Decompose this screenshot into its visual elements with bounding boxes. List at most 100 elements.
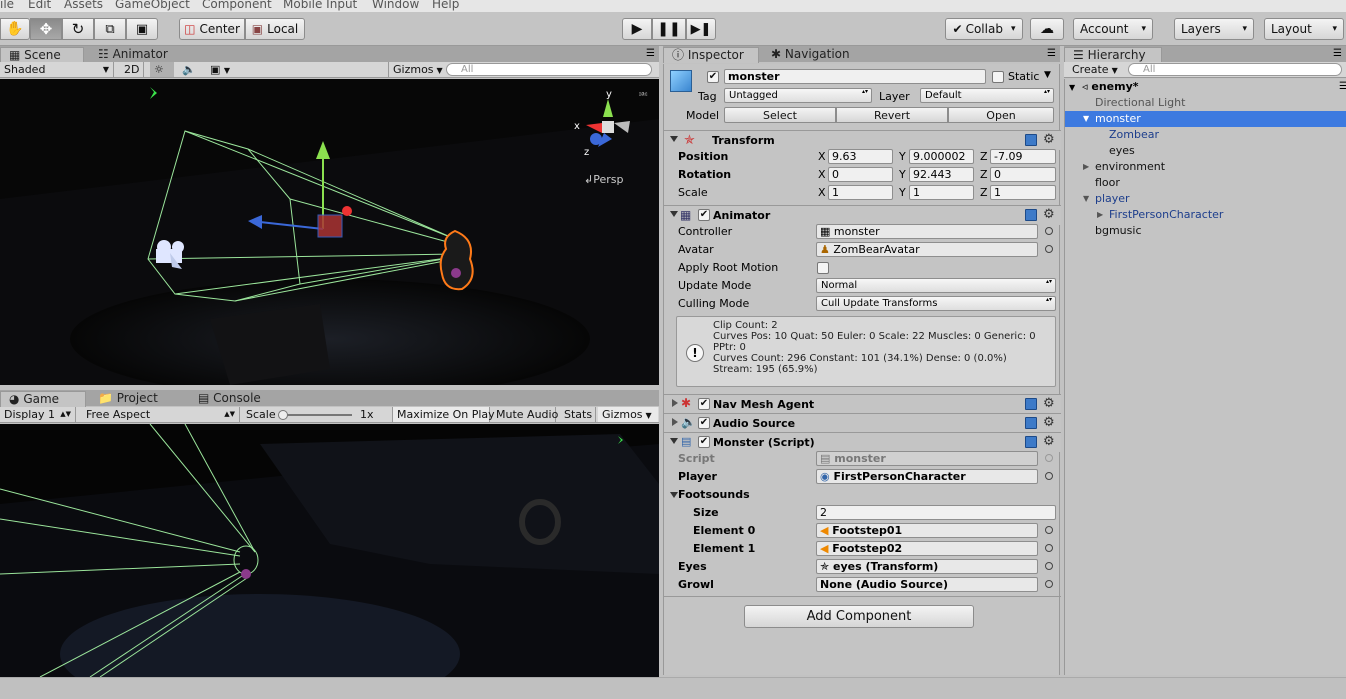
panel-menu-icon[interactable]: ☰ (1047, 48, 1056, 59)
foldout-open-icon[interactable]: ▼ (1083, 191, 1089, 207)
hierarchy-search-input[interactable]: All (1128, 63, 1342, 76)
culling-mode-dropdown[interactable]: Cull Update Transforms (816, 296, 1056, 311)
rotate-tool-button[interactable]: ↻ (62, 18, 94, 40)
scene-root[interactable]: ▼ ◃ enemy* ☰ (1069, 79, 1346, 95)
pause-button[interactable]: ❚❚ (652, 18, 686, 40)
active-checkbox[interactable]: ✔ (707, 71, 719, 83)
object-picker-icon[interactable] (1045, 580, 1053, 588)
position-x-field[interactable]: 9.63 (828, 149, 893, 164)
lighting-toggle[interactable]: ☼ (150, 62, 174, 77)
model-revert-button[interactable]: Revert (836, 107, 948, 123)
cloud-button[interactable]: ☁ (1030, 18, 1064, 40)
mute-audio-toggle[interactable]: Mute Audio (492, 407, 558, 422)
account-dropdown[interactable]: Account (1073, 18, 1153, 40)
gear-icon[interactable]: ⚙ (1043, 396, 1055, 411)
display-dropdown[interactable]: Display 1 ▲▼ (0, 407, 76, 422)
nav-mesh-agent-header[interactable]: ✱ ✔ Nav Mesh Agent ⚙ (664, 394, 1061, 414)
animator-header[interactable]: ▦ ✔ Animator ⚙ (664, 205, 1061, 225)
layout-dropdown[interactable]: Layout (1264, 18, 1344, 40)
object-picker-icon[interactable] (1045, 544, 1053, 552)
script-enabled-checkbox[interactable]: ✔ (698, 436, 710, 448)
tag-dropdown[interactable]: Untagged (724, 88, 872, 103)
help-book-icon[interactable] (1025, 398, 1037, 410)
object-picker-icon[interactable] (1045, 526, 1053, 534)
object-picker-icon[interactable] (1045, 562, 1053, 570)
aspect-dropdown[interactable]: Free Aspect ▲▼ (82, 407, 240, 422)
gear-icon[interactable]: ⚙ (1043, 434, 1055, 449)
rect-tool-button[interactable]: ▣ (126, 18, 158, 40)
move-tool-button[interactable]: ✥ (30, 18, 62, 40)
layer-dropdown[interactable]: Default (920, 88, 1054, 103)
game-gizmos-toggle[interactable]: Gizmos ▼ (598, 407, 658, 422)
space-toggle-button[interactable]: ▣ Local (245, 18, 305, 40)
scene-menu-icon[interactable]: ☰ (1339, 79, 1346, 95)
avatar-field[interactable]: ♟ ZomBearAvatar (816, 242, 1038, 257)
scale-y-field[interactable]: 1 (909, 185, 974, 200)
object-name-field[interactable]: monster (724, 69, 986, 84)
scene-search-input[interactable]: All (446, 63, 652, 76)
hierarchy-item-firstpersoncharacter[interactable]: ▶ FirstPersonCharacter (1065, 207, 1346, 223)
menu-window[interactable]: Window (372, 0, 419, 11)
help-book-icon[interactable] (1025, 436, 1037, 448)
scale-x-field[interactable]: 1 (828, 185, 893, 200)
monster-script-header[interactable]: ▤ ✔ Monster (Script) ⚙ (664, 432, 1061, 452)
hierarchy-item-bgmusic[interactable]: bgmusic (1065, 223, 1346, 239)
model-open-button[interactable]: Open (948, 107, 1054, 123)
gear-icon[interactable]: ⚙ (1043, 415, 1055, 430)
foldout-closed-icon[interactable]: ▶ (1083, 159, 1089, 175)
controller-field[interactable]: ▦ monster (816, 224, 1038, 239)
scene-gizmos-dropdown[interactable]: Gizmos ▼ (388, 62, 443, 77)
footsounds-row[interactable]: Footsounds (664, 486, 1061, 504)
rotation-x-field[interactable]: 0 (828, 167, 893, 182)
hierarchy-item-zombear[interactable]: Zombear (1065, 127, 1346, 143)
lock-icon[interactable]: ⎃ (638, 91, 648, 102)
menu-mobile-input[interactable]: Mobile Input (283, 0, 357, 11)
gear-icon[interactable]: ⚙ (1043, 132, 1055, 147)
hierarchy-item-floor[interactable]: floor (1065, 175, 1346, 191)
create-dropdown[interactable]: Create ▼ (1068, 62, 1122, 77)
help-book-icon[interactable] (1025, 134, 1037, 146)
hand-tool-button[interactable]: ✋ (0, 18, 30, 40)
rotation-z-field[interactable]: 0 (990, 167, 1056, 182)
position-z-field[interactable]: -7.09 (990, 149, 1056, 164)
scale-thumb[interactable] (278, 410, 288, 420)
tab-scene[interactable]: ▦ Scene (0, 47, 84, 63)
rotation-y-field[interactable]: 92.443 (909, 167, 974, 182)
scale-z-field[interactable]: 1 (990, 185, 1056, 200)
hierarchy-item-environment[interactable]: ▶ environment (1065, 159, 1346, 175)
audio-source-header[interactable]: 🔈 ✔ Audio Source ⚙ (664, 413, 1061, 433)
step-button[interactable]: ▶❚ (686, 18, 716, 40)
foldout-closed-icon[interactable]: ▶ (1097, 207, 1103, 223)
hierarchy-item-eyes[interactable]: eyes (1065, 143, 1346, 159)
size-field[interactable]: 2 (816, 505, 1056, 520)
tab-navigation[interactable]: ✱ Navigation (763, 47, 860, 63)
stats-toggle[interactable]: Stats (560, 407, 596, 422)
object-picker-icon[interactable] (1045, 472, 1053, 480)
hierarchy-item-monster[interactable]: ▼ monster (1065, 111, 1346, 127)
hierarchy-item-directional-light[interactable]: Directional Light (1065, 95, 1346, 111)
element1-field[interactable]: ◀ Footstep02 (816, 541, 1038, 556)
panel-menu-icon[interactable]: ☰ (646, 48, 655, 59)
eyes-field[interactable]: ✯ eyes (Transform) (816, 559, 1038, 574)
model-select-button[interactable]: Select (724, 107, 836, 123)
game-view[interactable] (0, 424, 659, 677)
maximize-on-play-toggle[interactable]: Maximize On Play (392, 407, 495, 422)
layers-dropdown[interactable]: Layers (1174, 18, 1254, 40)
menu-help[interactable]: Help (432, 0, 459, 11)
collab-button[interactable]: ✔ Collab (945, 18, 1023, 40)
player-field[interactable]: ◉ FirstPersonCharacter (816, 469, 1038, 484)
position-y-field[interactable]: 9.000002 (909, 149, 974, 164)
help-book-icon[interactable] (1025, 417, 1037, 429)
animator-enabled-checkbox[interactable]: ✔ (698, 209, 710, 221)
add-component-button[interactable]: Add Component (744, 605, 974, 628)
object-picker-icon[interactable] (1045, 245, 1053, 253)
menu-gameobject[interactable]: GameObject (115, 0, 190, 11)
static-dropdown-icon[interactable]: ▼ (1044, 70, 1051, 80)
tab-inspector[interactable]: ⓘ Inspector (663, 47, 759, 63)
menu-assets[interactable]: Assets (64, 0, 103, 11)
menu-edit[interactable]: Edit (28, 0, 51, 11)
menu-component[interactable]: Component (202, 0, 272, 11)
shading-mode-dropdown[interactable]: Shaded ▼ (0, 62, 114, 77)
panel-menu-icon[interactable]: ☰ (1333, 48, 1342, 59)
tab-project[interactable]: 📁 Project (90, 391, 168, 407)
